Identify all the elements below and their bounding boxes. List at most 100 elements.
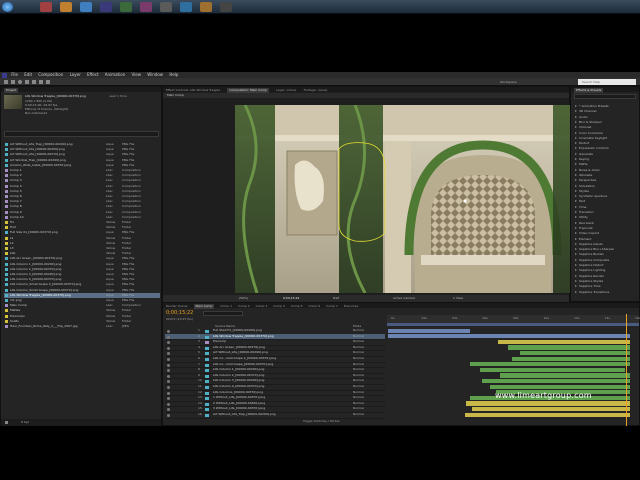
layer-duration-bar[interactable] xyxy=(498,339,630,345)
layer-label-swatch[interactable] xyxy=(205,386,209,389)
layer-label-swatch[interactable] xyxy=(205,346,209,350)
resolution-dropdown[interactable]: Half xyxy=(333,295,339,302)
label-color-swatch[interactable] xyxy=(5,143,8,146)
expand-triangle-icon[interactable] xyxy=(575,248,577,251)
effects-category[interactable]: Sapphire Transitions xyxy=(575,289,635,295)
time-ruler[interactable]: 0s 02s 04s 06s 08s 10s 12s 14s 16s xyxy=(387,315,640,323)
taskbar-app-icon[interactable] xyxy=(200,2,212,12)
label-color-swatch[interactable] xyxy=(5,247,8,250)
layer-duration-bar[interactable] xyxy=(388,334,630,339)
expand-triangle-icon[interactable] xyxy=(575,136,577,139)
label-color-swatch[interactable] xyxy=(5,273,8,276)
label-color-swatch[interactable] xyxy=(5,221,8,224)
visibility-eye-icon[interactable] xyxy=(167,358,170,361)
work-area-bar[interactable] xyxy=(387,323,639,326)
label-color-swatch[interactable] xyxy=(5,226,8,230)
trash-icon[interactable] xyxy=(5,421,8,424)
visibility-eye-icon[interactable] xyxy=(167,391,170,395)
label-color-swatch[interactable] xyxy=(5,314,8,318)
timeline-tab[interactable]: Comp 2 xyxy=(238,304,250,309)
timeline-tab[interactable]: Precomps xyxy=(344,304,359,309)
taskbar-app-icon[interactable] xyxy=(140,2,152,12)
timeline-footer[interactable]: Toggle Switches / Modes xyxy=(303,419,340,423)
breadcrumb-main-comp[interactable]: Main Comp xyxy=(167,93,184,98)
label-color-swatch[interactable] xyxy=(5,293,8,297)
expand-triangle-icon[interactable] xyxy=(575,142,577,145)
expand-triangle-icon[interactable] xyxy=(575,126,577,129)
visibility-eye-icon[interactable] xyxy=(167,408,170,412)
anchor-point[interactable] xyxy=(463,199,467,203)
effects-search-input[interactable] xyxy=(574,94,636,99)
taskbar-app-icon[interactable] xyxy=(180,2,192,12)
expand-triangle-icon[interactable] xyxy=(575,285,577,288)
label-color-swatch[interactable] xyxy=(5,288,8,292)
expand-triangle-icon[interactable] xyxy=(575,221,577,224)
timeline-tab[interactable]: Comp 4 xyxy=(273,304,285,309)
expand-triangle-icon[interactable] xyxy=(575,258,577,261)
layer-duration-bar[interactable] xyxy=(480,367,625,373)
layer-label-swatch[interactable] xyxy=(205,352,209,356)
label-color-swatch[interactable] xyxy=(5,179,8,183)
expand-triangle-icon[interactable] xyxy=(575,158,577,160)
layer-label-swatch[interactable] xyxy=(205,358,209,361)
layer-label-swatch[interactable] xyxy=(205,335,209,339)
visibility-eye-icon[interactable] xyxy=(167,397,170,401)
visibility-eye-icon[interactable] xyxy=(167,414,170,417)
start-orb-icon[interactable] xyxy=(2,2,13,12)
viewer-timecode[interactable]: 0;00;15;22 xyxy=(283,295,299,302)
visibility-eye-icon[interactable] xyxy=(167,386,170,389)
taskbar-app-icon[interactable] xyxy=(120,2,132,12)
expand-triangle-icon[interactable] xyxy=(575,269,577,272)
label-color-swatch[interactable] xyxy=(5,158,8,162)
label-color-swatch[interactable] xyxy=(5,153,8,157)
expand-triangle-icon[interactable] xyxy=(575,131,577,134)
expand-triangle-icon[interactable] xyxy=(575,237,577,240)
expand-triangle-icon[interactable] xyxy=(575,110,577,113)
expand-triangle-icon[interactable] xyxy=(575,115,577,118)
layer-duration-bar[interactable] xyxy=(466,401,630,406)
timeline-tab[interactable]: Comp 5 xyxy=(291,304,303,309)
label-color-swatch[interactable] xyxy=(5,184,8,188)
timeline-layer-row[interactable]: 16 Art Without_Life_Trap_[00000-00290].pn… xyxy=(165,412,385,419)
layer-label-swatch[interactable] xyxy=(205,408,209,412)
expand-triangle-icon[interactable] xyxy=(575,205,577,208)
tool-text-icon[interactable] xyxy=(46,80,50,84)
expand-triangle-icon[interactable] xyxy=(575,105,577,107)
layer-label-swatch[interactable] xyxy=(205,363,209,367)
expand-triangle-icon[interactable] xyxy=(575,200,577,203)
expand-triangle-icon[interactable] xyxy=(575,211,577,213)
layer-label-swatch[interactable] xyxy=(205,374,209,378)
label-color-swatch[interactable] xyxy=(5,200,8,204)
label-color-swatch[interactable] xyxy=(5,169,8,172)
views-dropdown[interactable]: 1 View xyxy=(453,295,463,302)
label-color-swatch[interactable] xyxy=(5,278,8,282)
timeline-search-input[interactable] xyxy=(203,311,243,316)
expand-triangle-icon[interactable] xyxy=(575,253,577,256)
layer-duration-bar[interactable] xyxy=(512,356,630,361)
tool-hand-icon[interactable] xyxy=(11,80,15,84)
camera-dropdown[interactable]: Active Camera xyxy=(393,295,415,302)
label-color-swatch[interactable] xyxy=(5,210,8,214)
expand-triangle-icon[interactable] xyxy=(575,226,577,229)
visibility-eye-icon[interactable] xyxy=(167,363,170,367)
timeline-tab[interactable]: Comp 7 xyxy=(326,304,338,309)
visibility-eye-icon[interactable] xyxy=(167,330,170,333)
taskbar-app-icon[interactable] xyxy=(80,2,92,12)
layer-duration-bar[interactable] xyxy=(472,406,630,412)
label-color-swatch[interactable] xyxy=(5,215,8,219)
timeline-timecode[interactable]: 0;00;15;22 xyxy=(166,310,193,316)
layer-label-swatch[interactable] xyxy=(205,397,209,401)
visibility-eye-icon[interactable] xyxy=(167,352,170,356)
expand-triangle-icon[interactable] xyxy=(575,120,577,123)
layer-duration-bar[interactable] xyxy=(508,345,630,350)
layer-label-swatch[interactable] xyxy=(205,402,209,406)
layer-duration-bar[interactable] xyxy=(490,384,630,389)
layer-duration-bar[interactable] xyxy=(470,362,630,367)
expand-triangle-icon[interactable] xyxy=(575,290,577,293)
timeline-tab[interactable]: Main Comp xyxy=(193,304,215,309)
taskbar-app-icon[interactable] xyxy=(160,2,172,12)
expand-triangle-icon[interactable] xyxy=(575,242,577,245)
tool-selection-icon[interactable] xyxy=(4,80,8,84)
timeline-tab[interactable]: Comp 6 xyxy=(309,304,321,309)
playhead-line[interactable] xyxy=(626,314,627,426)
